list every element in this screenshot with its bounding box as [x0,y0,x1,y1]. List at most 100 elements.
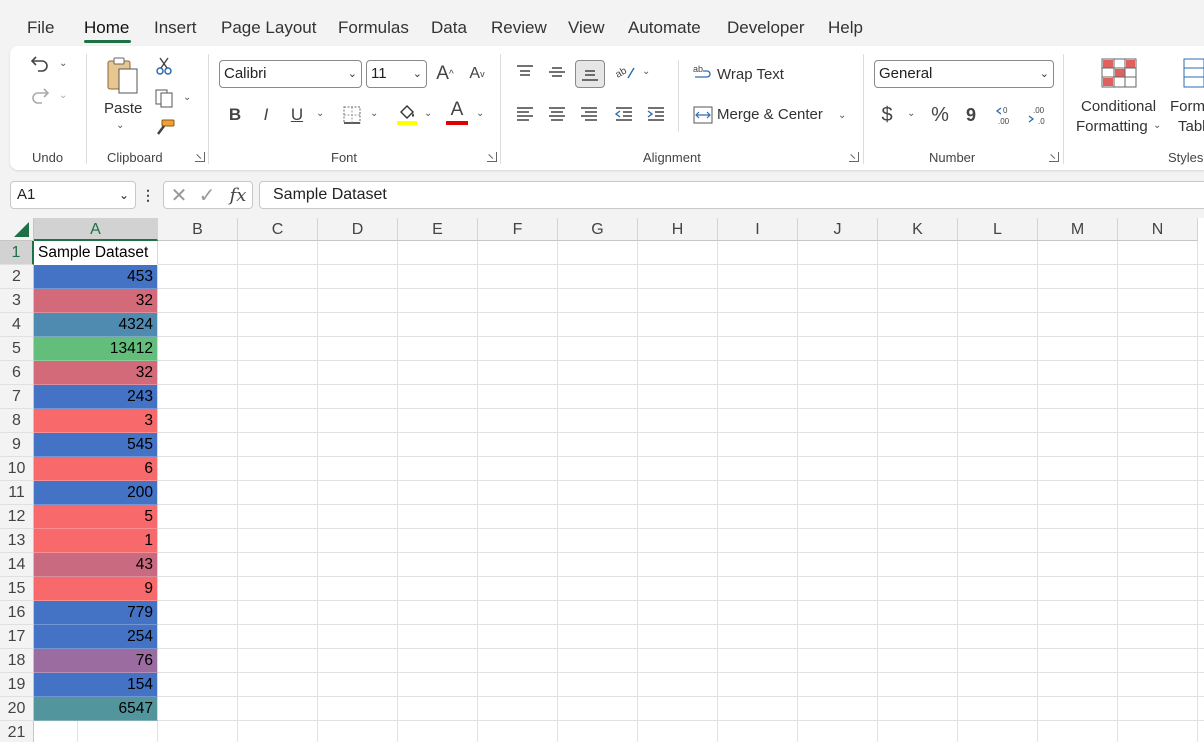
cell-a10[interactable]: 6 [34,457,158,481]
column-header-d[interactable]: D [318,218,398,241]
redo-dropdown-icon[interactable]: ⌄ [59,90,67,101]
copy-dropdown-icon[interactable]: ⌄ [183,92,191,103]
paste-label[interactable]: Paste [104,100,142,117]
wrap-text-button[interactable]: Wrap Text [717,66,784,83]
row-header-16[interactable]: 16 [0,601,34,625]
row-header-14[interactable]: 14 [0,553,34,577]
format-as-table-label-2[interactable]: Tabl [1178,118,1204,135]
comma-style-button[interactable]: 9 [961,102,981,128]
cell-a11[interactable]: 200 [34,481,158,505]
row-header-13[interactable]: 13 [0,529,34,553]
fill-color-icon[interactable] [394,100,420,128]
row-header-10[interactable]: 10 [0,457,34,481]
alignment-launcher-icon[interactable] [849,152,859,162]
borders-icon[interactable] [340,102,364,128]
merge-dropdown-icon[interactable]: ⌄ [838,110,846,121]
borders-dropdown-icon[interactable]: ⌄ [370,108,378,119]
conditional-formatting-dropdown-icon[interactable]: ⌄ [1153,120,1161,131]
tab-insert[interactable]: Insert [154,18,197,38]
font-color-dropdown-icon[interactable]: ⌄ [476,108,484,119]
tab-view[interactable]: View [568,18,605,38]
insert-function-icon[interactable]: fx [226,183,250,207]
format-painter-icon[interactable] [152,116,178,140]
redo-icon[interactable] [28,84,52,108]
column-header-c[interactable]: C [238,218,318,241]
cell-a15[interactable]: 9 [34,577,158,601]
cell-a17[interactable]: 254 [34,625,158,649]
italic-button[interactable]: I [255,102,277,128]
paste-icon[interactable] [102,54,142,96]
format-as-table-icon[interactable] [1182,56,1204,90]
cell-a20[interactable]: 6547 [34,697,158,721]
column-header-b[interactable]: B [158,218,238,241]
align-right-icon[interactable] [577,102,601,126]
cell-a5[interactable]: 13412 [34,337,158,361]
column-header-m[interactable]: M [1038,218,1118,241]
more-options-icon[interactable]: ⋮ [141,185,155,205]
format-as-table-label[interactable]: Form [1170,98,1204,115]
font-name-select[interactable]: Calibri ⌄ [219,60,362,88]
undo-dropdown-icon[interactable]: ⌄ [59,58,67,69]
confirm-icon[interactable]: ✓ [196,184,218,207]
cell-a9[interactable]: 545 [34,433,158,457]
cancel-icon[interactable]: ✕ [168,184,190,207]
align-left-icon[interactable] [513,102,537,126]
tab-file[interactable]: File [27,18,54,38]
row-header-15[interactable]: 15 [0,577,34,601]
row-header-1[interactable]: 1 [0,241,34,265]
column-header-a[interactable]: A [34,218,158,241]
undo-icon[interactable] [28,52,52,76]
underline-button[interactable]: U [286,102,308,128]
align-bottom-icon[interactable] [575,60,605,88]
font-launcher-icon[interactable] [487,152,497,162]
tab-review[interactable]: Review [491,18,547,38]
conditional-formatting-label[interactable]: Conditional [1081,98,1156,115]
merge-center-icon[interactable] [692,104,714,126]
row-header-8[interactable]: 8 [0,409,34,433]
row-header-7[interactable]: 7 [0,385,34,409]
cell-area[interactable] [34,241,1204,742]
column-header-i[interactable]: I [718,218,798,241]
row-header-5[interactable]: 5 [0,337,34,361]
cell-a6[interactable]: 32 [34,361,158,385]
cell-a3[interactable]: 32 [34,289,158,313]
cell-a12[interactable]: 5 [34,505,158,529]
underline-dropdown-icon[interactable]: ⌄ [316,108,324,119]
conditional-formatting-label-2[interactable]: Formatting [1076,118,1148,135]
tab-developer[interactable]: Developer [727,18,805,38]
row-header-17[interactable]: 17 [0,625,34,649]
wrap-text-icon[interactable]: ab [692,62,714,84]
align-middle-icon[interactable] [545,60,569,84]
font-size-select[interactable]: 11 ⌄ [366,60,427,88]
row-header-6[interactable]: 6 [0,361,34,385]
row-header-11[interactable]: 11 [0,481,34,505]
cell-a16[interactable]: 779 [34,601,158,625]
column-header-n[interactable]: N [1118,218,1198,241]
cell-a19[interactable]: 154 [34,673,158,697]
column-header-f[interactable]: F [478,218,558,241]
bold-button[interactable]: B [224,102,246,128]
fill-color-dropdown-icon[interactable]: ⌄ [424,108,432,119]
decrease-decimal-icon[interactable]: .00.0 [1026,102,1052,128]
tab-home[interactable]: Home [84,18,129,38]
copy-icon[interactable] [152,86,178,110]
number-format-select[interactable]: General ⌄ [874,60,1054,88]
cut-icon[interactable] [152,54,176,78]
percent-button[interactable]: % [928,102,952,128]
column-header-g[interactable]: G [558,218,638,241]
increase-indent-icon[interactable] [644,102,668,126]
align-center-icon[interactable] [545,102,569,126]
cell-a4[interactable]: 4324 [34,313,158,337]
column-header-k[interactable]: K [878,218,958,241]
currency-dropdown-icon[interactable]: ⌄ [907,108,915,119]
row-header-12[interactable]: 12 [0,505,34,529]
row-header-18[interactable]: 18 [0,649,34,673]
row-header-19[interactable]: 19 [0,673,34,697]
increase-decimal-icon[interactable]: 0.00 [994,102,1020,128]
merge-center-button[interactable]: Merge & Center [717,106,823,123]
currency-button[interactable]: $ [876,102,898,128]
tab-page-layout[interactable]: Page Layout [221,18,316,38]
tab-formulas[interactable]: Formulas [338,18,409,38]
decrease-font-size-icon[interactable]: Av [465,60,489,88]
row-header-9[interactable]: 9 [0,433,34,457]
